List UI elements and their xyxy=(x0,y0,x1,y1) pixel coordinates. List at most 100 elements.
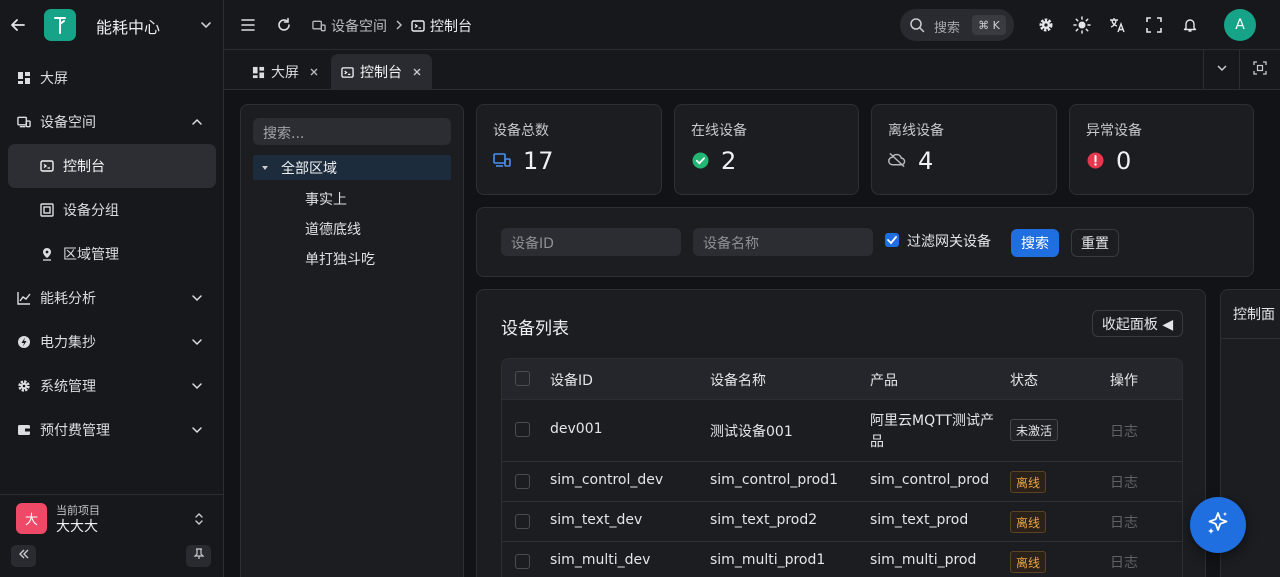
gear-icon xyxy=(17,379,31,393)
terminal-icon xyxy=(341,66,354,79)
sidebar-item-console[interactable]: 控制台 xyxy=(8,144,216,188)
search-button[interactable]: 搜索 xyxy=(1011,229,1059,257)
chevron-right-icon xyxy=(395,18,403,34)
sidebar-item-device-space[interactable]: 设备空间 xyxy=(0,100,224,144)
menu-toggle-icon[interactable] xyxy=(238,15,258,35)
column-header[interactable]: 设备ID xyxy=(550,370,593,390)
device-list-panel: 设备列表 收起面板 ◀ 设备ID 设备名称 产品 状态 操作 dev001 测试… xyxy=(476,289,1206,577)
table-row[interactable]: sim_text_dev sim_text_prod2 sim_text_pro… xyxy=(502,501,1182,541)
row-checkbox[interactable] xyxy=(515,514,530,529)
reset-button[interactable]: 重置 xyxy=(1071,229,1119,257)
theme-sun-icon[interactable] xyxy=(1072,15,1092,35)
pin-sidebar-button[interactable] xyxy=(186,545,211,567)
sidebar-item-label: 设备分组 xyxy=(63,203,119,219)
sidebar-header: 能耗中心 xyxy=(0,0,224,50)
column-header[interactable]: 状态 xyxy=(1010,370,1038,390)
row-checkbox[interactable] xyxy=(515,422,530,437)
column-header[interactable]: 设备名称 xyxy=(710,370,766,390)
collapse-panel-button[interactable]: 收起面板 ◀ xyxy=(1092,310,1183,337)
device-name-input[interactable]: 设备名称 xyxy=(693,228,873,256)
global-search[interactable]: 搜索 ⌘ K xyxy=(900,9,1014,41)
stat-label: 异常设备 xyxy=(1086,123,1142,139)
app-name[interactable]: 能耗中心 xyxy=(96,14,160,38)
column-header[interactable]: 产品 xyxy=(870,370,898,390)
close-icon[interactable] xyxy=(309,67,319,77)
row-checkbox[interactable] xyxy=(515,474,530,489)
tab-control-panel[interactable]: 控制面 xyxy=(1233,304,1275,324)
stat-value: 0 xyxy=(1116,147,1132,175)
gateway-filter-checkbox[interactable] xyxy=(885,233,899,247)
refresh-icon[interactable] xyxy=(274,15,294,35)
filter-bar: 设备ID 设备名称 过滤网关设备 搜索 重置 xyxy=(476,207,1254,277)
sidebar: 能耗中心 大屏 设备空间 控制台 设备分组 区域管理 能耗分析 电力集抄 系统管… xyxy=(0,0,224,577)
chevron-down-icon xyxy=(190,423,204,437)
breadcrumb: 设备空间 控制台 xyxy=(312,16,472,36)
device-list-title: 设备列表 xyxy=(501,319,569,339)
tab-dashboard[interactable]: 大屏 xyxy=(242,54,329,90)
cell-device-name: sim_multi_prod1 xyxy=(710,552,826,568)
stat-value: 17 xyxy=(523,147,554,175)
sidebar-item-device-group[interactable]: 设备分组 xyxy=(0,188,224,232)
group-icon xyxy=(40,203,54,217)
tab-menu-button[interactable] xyxy=(1203,50,1239,90)
chevron-down-icon xyxy=(190,291,204,305)
table-header: 设备ID 设备名称 产品 状态 操作 xyxy=(502,359,1182,399)
sidebar-item-energy-analysis[interactable]: 能耗分析 xyxy=(0,276,224,320)
switch-updown-icon[interactable] xyxy=(192,511,206,527)
log-link[interactable]: 日志 xyxy=(1110,512,1138,532)
collapse-sidebar-button[interactable] xyxy=(11,545,36,567)
table-row[interactable]: sim_multi_dev sim_multi_prod1 sim_multi_… xyxy=(502,541,1182,577)
column-header[interactable]: 操作 xyxy=(1110,370,1138,390)
select-all-checkbox[interactable] xyxy=(515,371,530,386)
stat-card-total: 设备总数 17 xyxy=(476,104,662,195)
chevron-up-icon xyxy=(190,115,204,129)
tree-node[interactable]: 道德底线 xyxy=(305,219,361,239)
tree-node-root[interactable]: 全部区域 xyxy=(253,155,451,180)
tree-node[interactable]: 单打独斗吃 xyxy=(305,249,375,269)
sidebar-item-power-collect[interactable]: 电力集抄 xyxy=(0,320,224,364)
sidebar-item-label: 系统管理 xyxy=(40,379,96,395)
settings-icon[interactable] xyxy=(1036,15,1056,35)
table-row[interactable]: sim_control_dev sim_control_prod1 sim_co… xyxy=(502,461,1182,501)
tab-console[interactable]: 控制台 xyxy=(331,54,432,90)
sidebar-item-dashboard[interactable]: 大屏 xyxy=(0,56,224,100)
table-row[interactable]: dev001 测试设备001 阿里云MQTT测试产 品 未激活 日志 xyxy=(502,399,1182,461)
device-id-input[interactable]: 设备ID xyxy=(501,228,681,256)
terminal-icon xyxy=(40,159,54,173)
log-link[interactable]: 日志 xyxy=(1110,472,1138,492)
tree-node[interactable]: 事实上 xyxy=(305,189,347,209)
back-arrow-icon[interactable] xyxy=(8,15,28,35)
cell-product: sim_control_prod xyxy=(870,472,990,488)
wallet-icon xyxy=(17,423,31,437)
close-icon[interactable] xyxy=(412,67,422,77)
sidebar-item-label: 大屏 xyxy=(40,71,68,87)
sidebar-item-region[interactable]: 区域管理 xyxy=(0,232,224,276)
log-link[interactable]: 日志 xyxy=(1110,552,1138,572)
bell-icon[interactable] xyxy=(1180,15,1200,35)
translate-icon[interactable] xyxy=(1108,15,1128,35)
sidebar-item-system[interactable]: 系统管理 xyxy=(0,364,224,408)
ai-assistant-button[interactable] xyxy=(1190,497,1246,553)
row-checkbox[interactable] xyxy=(515,554,530,569)
divider xyxy=(1221,338,1280,339)
fullscreen-icon[interactable] xyxy=(1144,15,1164,35)
sidebar-item-label: 控制台 xyxy=(63,159,105,175)
pin-icon xyxy=(193,548,205,564)
sidebar-item-label: 能耗分析 xyxy=(40,291,96,307)
log-link[interactable]: 日志 xyxy=(1110,421,1138,441)
user-avatar[interactable]: A xyxy=(1224,9,1256,41)
chevron-down-icon xyxy=(190,335,204,349)
chevron-down-icon[interactable] xyxy=(198,17,214,33)
caret-down-icon[interactable] xyxy=(261,164,269,172)
line-chart-icon xyxy=(17,291,31,305)
breadcrumb-item[interactable]: 设备空间 xyxy=(331,16,387,36)
tab-maximize-button[interactable] xyxy=(1239,50,1280,90)
sidebar-item-prepaid[interactable]: 预付费管理 xyxy=(0,408,224,452)
devices-icon xyxy=(312,19,326,33)
terminal-icon xyxy=(411,19,425,33)
project-switcher[interactable]: 大 当前项目 大大大 xyxy=(0,494,224,577)
gateway-filter-label[interactable]: 过滤网关设备 xyxy=(907,231,991,251)
tree-search-input[interactable]: 搜索... xyxy=(253,118,451,145)
status-badge: 离线 xyxy=(1010,511,1047,533)
sidebar-item-label: 区域管理 xyxy=(63,247,119,263)
